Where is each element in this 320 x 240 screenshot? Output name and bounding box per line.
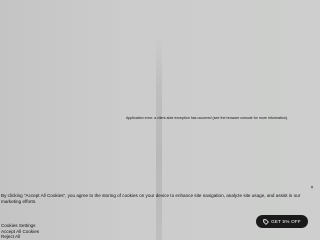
tag-icon <box>263 218 269 225</box>
discount-promo-label: GET 5% OFF <box>271 219 301 224</box>
reject-all-button[interactable]: Reject All <box>1 234 20 239</box>
cookie-consent-text: By clicking “Accept All Cookies”, you ag… <box>1 193 301 204</box>
discount-promo-button[interactable]: GET 5% OFF <box>256 215 308 228</box>
page-background: Application error: a client-side excepti… <box>0 0 320 240</box>
error-message: Application error: a client-side excepti… <box>126 116 288 120</box>
cookies-settings-button[interactable]: Cookies Settings <box>1 223 35 228</box>
accept-all-cookies-button[interactable]: Accept All Cookies <box>1 229 39 234</box>
